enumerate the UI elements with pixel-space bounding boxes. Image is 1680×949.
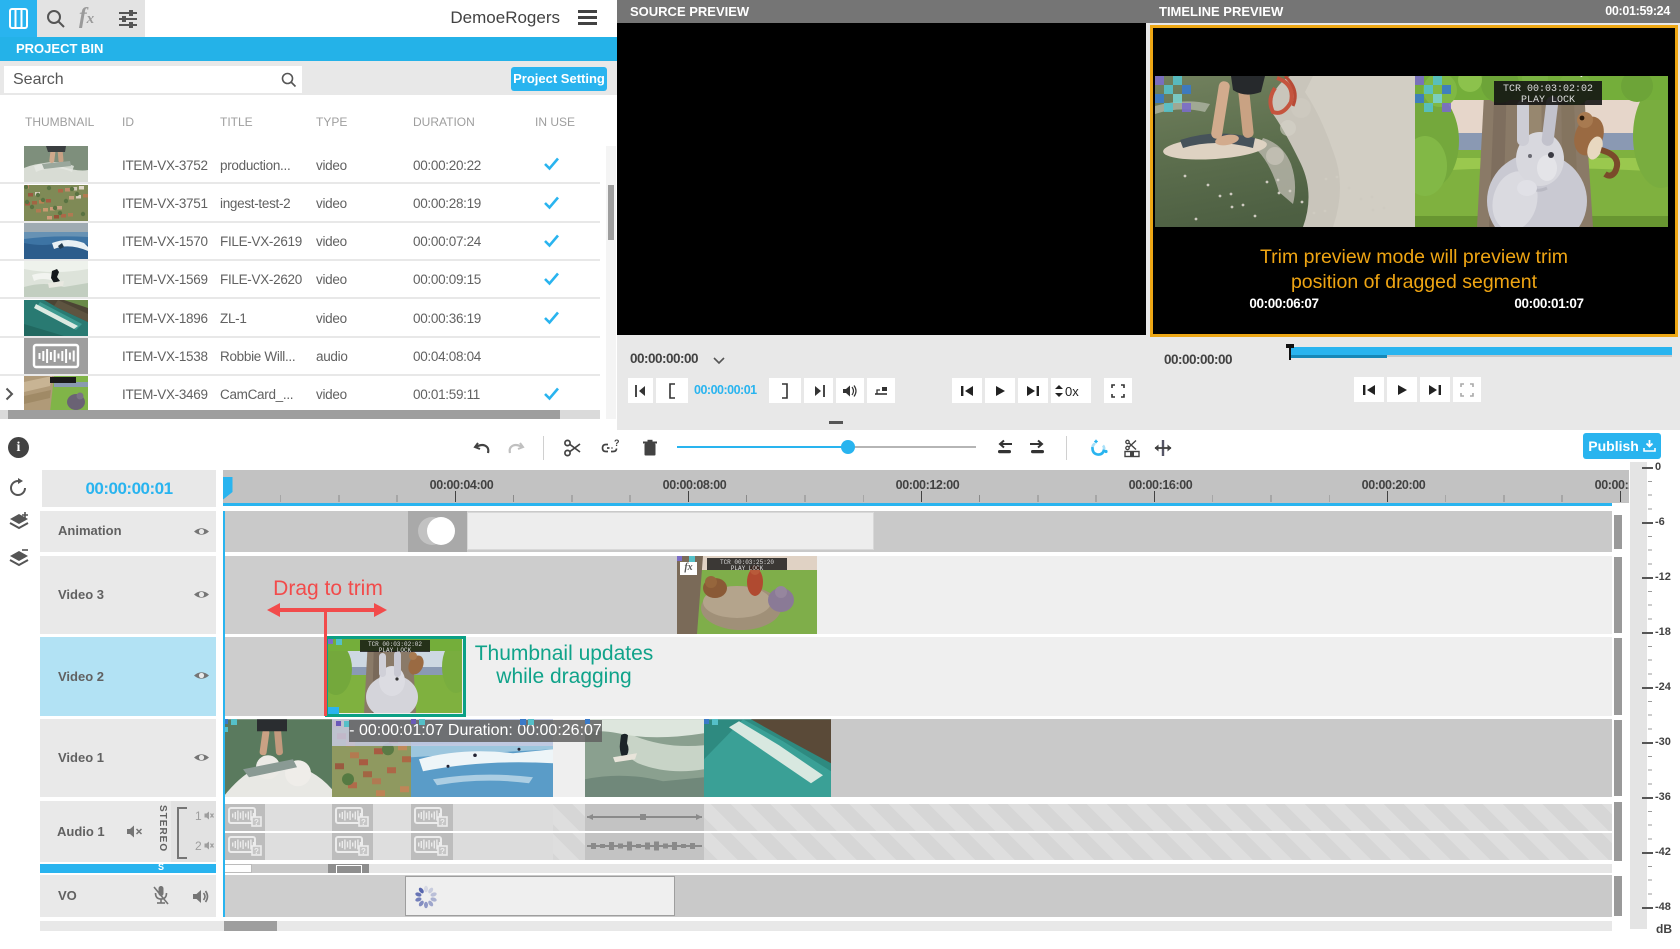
svg-text:PLAY LOCK: PLAY LOCK [379,647,412,654]
svg-text:PLAY LOCK: PLAY LOCK [1521,95,1575,106]
svg-text:PLAY LOCK: PLAY LOCK [731,565,764,572]
svg-text:?: ? [440,847,445,856]
svg-text:?: ? [440,818,445,827]
svg-text:?: ? [254,847,259,856]
svg-text:TCR 00:03:02:02: TCR 00:03:02:02 [1503,84,1593,95]
svg-text:?: ? [614,439,620,448]
svg-text:?: ? [361,818,366,827]
svg-text:?: ? [361,847,366,856]
svg-text:0x: 0x [1065,384,1079,398]
svg-text:?: ? [254,818,259,827]
